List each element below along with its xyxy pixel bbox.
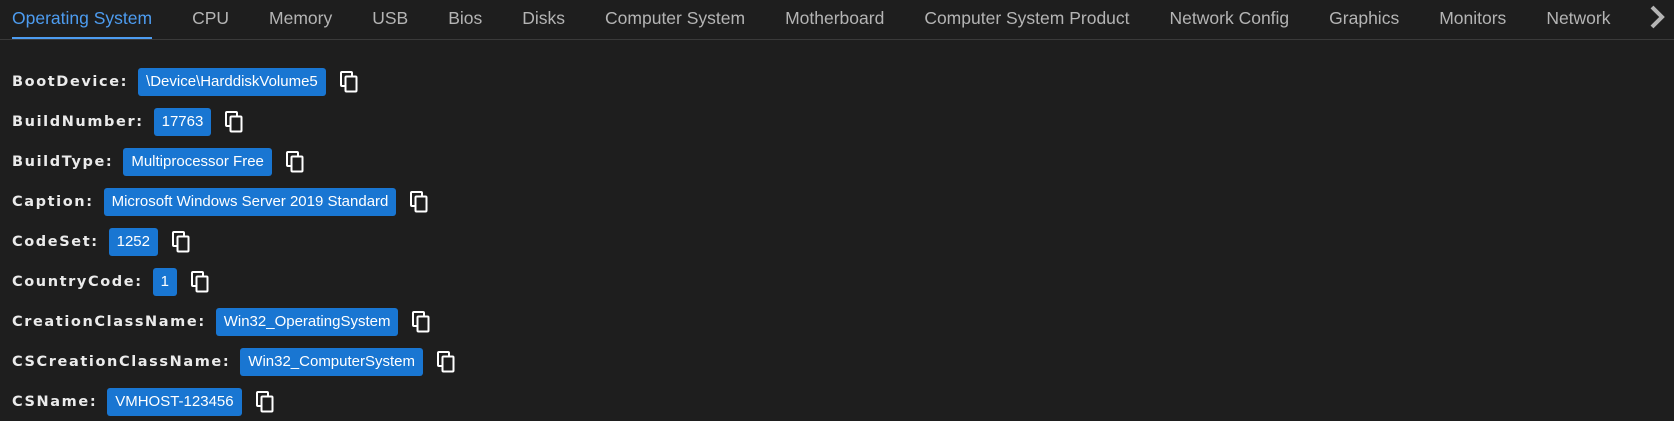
property-label: CountryCode: <box>12 274 143 290</box>
tab-disks[interactable]: Disks <box>502 0 585 39</box>
tab-cpu[interactable]: CPU <box>172 0 249 39</box>
property-value-chip[interactable]: 1252 <box>108 228 158 256</box>
copy-icon[interactable] <box>254 390 276 414</box>
tab-list: Operating System CPU Memory USB Bios Dis… <box>0 0 1631 39</box>
copy-icon[interactable] <box>223 110 245 134</box>
property-value-chip[interactable]: 1 <box>152 268 177 296</box>
property-value-chip[interactable]: VMHOST-123456 <box>107 388 242 416</box>
property-row-caption: Caption: Microsoft Windows Server 2019 S… <box>0 182 1674 222</box>
property-row-bootdevice: BootDevice: \Device\HarddiskVolume5 <box>0 62 1674 102</box>
property-row-csname: CSName: VMHOST-123456 <box>0 382 1674 421</box>
copy-icon[interactable] <box>170 230 192 254</box>
property-row-buildnumber: BuildNumber: 17763 <box>0 102 1674 142</box>
tab-usb[interactable]: USB <box>352 0 428 39</box>
tab-bios[interactable]: Bios <box>428 0 502 39</box>
tab-bar: Operating System CPU Memory USB Bios Dis… <box>0 0 1674 40</box>
property-label: BuildNumber: <box>12 114 144 130</box>
property-row-cscreationclassname: CSCreationClassName: Win32_ComputerSyste… <box>0 342 1674 382</box>
copy-icon[interactable] <box>189 270 211 294</box>
property-label: BuildType: <box>12 154 114 170</box>
property-value-chip[interactable]: Multiprocessor Free <box>123 148 272 176</box>
property-label: CreationClassName: <box>12 314 206 330</box>
tab-monitors[interactable]: Monitors <box>1419 0 1526 39</box>
copy-icon[interactable] <box>410 310 432 334</box>
property-value-chip[interactable]: 17763 <box>153 108 212 136</box>
property-value-chip[interactable]: Win32_ComputerSystem <box>240 348 424 376</box>
tab-computer-system[interactable]: Computer System <box>585 0 765 39</box>
tab-memory[interactable]: Memory <box>249 0 352 39</box>
copy-icon[interactable] <box>435 350 457 374</box>
copy-icon[interactable] <box>284 150 306 174</box>
property-row-countrycode: CountryCode: 1 <box>0 262 1674 302</box>
property-label: Caption: <box>12 194 94 210</box>
tab-network-config[interactable]: Network Config <box>1150 0 1310 39</box>
property-value-chip[interactable]: \Device\HarddiskVolume5 <box>138 68 326 96</box>
tab-scroll-right-button[interactable] <box>1640 0 1674 38</box>
copy-icon[interactable] <box>338 70 360 94</box>
tab-graphics[interactable]: Graphics <box>1309 0 1419 39</box>
property-row-codeset: CodeSet: 1252 <box>0 222 1674 262</box>
property-label: CSCreationClassName: <box>12 354 231 370</box>
property-value-chip[interactable]: Win32_OperatingSystem <box>215 308 399 336</box>
chevron-right-icon <box>1650 5 1665 29</box>
property-value-chip[interactable]: Microsoft Windows Server 2019 Standard <box>103 188 397 216</box>
property-label: CSName: <box>12 394 98 410</box>
tab-motherboard[interactable]: Motherboard <box>765 0 904 39</box>
tab-computer-system-product[interactable]: Computer System Product <box>904 0 1149 39</box>
tab-operating-system[interactable]: Operating System <box>0 0 172 39</box>
property-label: BootDevice: <box>12 74 129 90</box>
property-label: CodeSet: <box>12 234 99 250</box>
copy-icon[interactable] <box>408 190 430 214</box>
property-row-creationclassname: CreationClassName: Win32_OperatingSystem <box>0 302 1674 342</box>
property-row-buildtype: BuildType: Multiprocessor Free <box>0 142 1674 182</box>
properties-panel: BootDevice: \Device\HarddiskVolume5 Buil… <box>0 40 1674 421</box>
tab-network[interactable]: Network <box>1526 0 1630 39</box>
